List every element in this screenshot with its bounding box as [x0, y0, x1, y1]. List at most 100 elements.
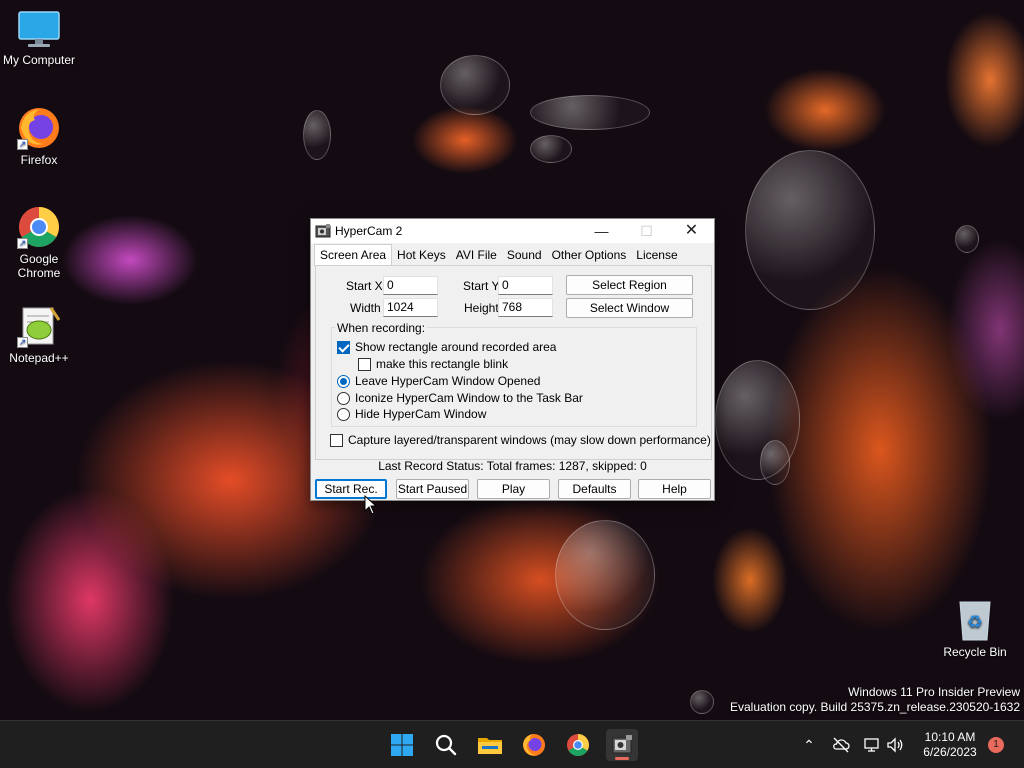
taskbar-hypercam[interactable] [606, 729, 638, 761]
windows-logo-icon [386, 734, 418, 764]
desktop-icon-label: Notepad++ [9, 351, 69, 365]
wallpaper-bubble [955, 225, 979, 253]
wallpaper-bubble [760, 440, 790, 485]
show-rectangle-label: Show rectangle around recorded area [355, 340, 557, 354]
maximize-button[interactable]: ☐ [624, 219, 669, 243]
shortcut-arrow-icon: ↗ [17, 139, 28, 150]
title-bar[interactable]: HyperCam 2 — ☐ ✕ [311, 219, 714, 243]
search-icon [430, 734, 462, 764]
desktop-icon-notepad-plus-plus[interactable]: ↗ Notepad++ [1, 304, 77, 365]
firefox-icon [518, 734, 550, 764]
leave-window-opened-radio[interactable]: Leave HyperCam Window Opened [337, 374, 540, 389]
desktop-icon-my-computer[interactable]: My Computer [1, 10, 77, 67]
desktop-icon-google-chrome[interactable]: ↗ Google Chrome [1, 205, 77, 280]
tab-avi-file[interactable]: AVI File [451, 246, 502, 266]
tab-hot-keys[interactable]: Hot Keys [392, 246, 451, 266]
close-button[interactable]: ✕ [669, 219, 714, 243]
taskbar-firefox[interactable] [518, 729, 550, 761]
defaults-button[interactable]: Defaults [558, 479, 631, 499]
width-input[interactable]: 1024 [383, 298, 438, 317]
radio-unselected-icon [337, 408, 350, 421]
firefox-icon: ↗ [17, 106, 61, 150]
clock-date: 6/26/2023 [923, 745, 977, 759]
window-title: HyperCam 2 [335, 224, 403, 238]
shortcut-arrow-icon: ↗ [17, 337, 28, 348]
notification-badge[interactable]: 1 [988, 737, 1004, 753]
close-icon: ✕ [684, 222, 699, 239]
desktop-icon-recycle-bin[interactable]: ♻ Recycle Bin [936, 598, 1014, 659]
desktop-icon-label: My Computer [2, 53, 76, 67]
height-input[interactable]: 768 [498, 298, 553, 317]
checkbox-unchecked-icon [358, 358, 371, 371]
start-x-input[interactable]: 0 [383, 276, 438, 295]
capture-layered-checkbox[interactable]: Capture layered/transparent windows (may… [330, 433, 711, 448]
start-paused-button[interactable]: Start Paused [396, 479, 469, 499]
wallpaper-bubble [530, 135, 572, 163]
help-button[interactable]: Help [638, 479, 711, 499]
tab-strip: Screen Area Hot Keys AVI File Sound Othe… [314, 244, 683, 266]
start-y-label: Start Y [463, 279, 500, 293]
wallpaper-bubble [530, 95, 650, 130]
start-button[interactable] [386, 729, 418, 761]
minimize-button[interactable]: — [579, 219, 624, 243]
capture-layered-label: Capture layered/transparent windows (may… [348, 433, 711, 447]
tab-screen-area[interactable]: Screen Area [314, 244, 393, 266]
watermark-line-1: Windows 11 Pro Insider Preview [848, 685, 1020, 699]
play-button[interactable]: Play [477, 479, 550, 499]
maximize-icon: ☐ [640, 223, 653, 239]
wallpaper-bubble [555, 520, 655, 630]
start-x-label: Start X [346, 279, 383, 293]
chrome-icon [562, 734, 594, 764]
hypercam-app-icon [315, 223, 331, 239]
hypercam-window: HyperCam 2 — ☐ ✕ Screen Area Hot Keys AV… [310, 218, 715, 501]
desktop-icon-label: Firefox [20, 153, 58, 167]
taskbar-file-explorer[interactable] [474, 729, 506, 761]
width-label: Width [350, 301, 381, 315]
wallpaper-bubble [745, 150, 875, 310]
monitor-icon [17, 10, 61, 50]
volume-icon[interactable] [885, 735, 905, 755]
watermark-line-2: Evaluation copy. Build 25375.zn_release.… [730, 700, 1020, 714]
tab-license[interactable]: License [631, 246, 682, 266]
show-rectangle-checkbox[interactable]: Show rectangle around recorded area [337, 340, 556, 355]
checkbox-checked-icon [337, 341, 350, 354]
minimize-icon: — [594, 223, 609, 239]
when-recording-group-title: When recording: [335, 321, 428, 335]
windows-watermark: Windows 11 Pro Insider Preview Evaluatio… [730, 685, 1020, 715]
cloud-offline-icon[interactable] [831, 735, 851, 755]
select-window-button[interactable]: Select Window [566, 298, 693, 318]
blink-rectangle-label: make this rectangle blink [376, 357, 509, 371]
iconize-window-radio[interactable]: Iconize HyperCam Window to the Task Bar [337, 391, 583, 406]
tab-sound[interactable]: Sound [502, 246, 547, 266]
iconize-window-label: Iconize HyperCam Window to the Task Bar [355, 391, 583, 405]
leave-window-opened-label: Leave HyperCam Window Opened [355, 374, 541, 388]
desktop-icon-label: Recycle Bin [943, 645, 1007, 659]
wallpaper-bubble [440, 55, 510, 115]
radio-unselected-icon [337, 392, 350, 405]
taskbar-clock[interactable]: 10:10 AM 6/26/2023 [904, 730, 996, 760]
start-y-input[interactable]: 0 [498, 276, 553, 295]
wallpaper-bubble [690, 690, 714, 714]
radio-selected-icon [337, 375, 350, 388]
select-region-button[interactable]: Select Region [566, 275, 693, 295]
desktop-icon-firefox[interactable]: ↗ Firefox [1, 106, 77, 167]
show-hidden-icons-chevron-icon[interactable]: ⌃ [799, 735, 819, 755]
hide-window-radio[interactable]: Hide HyperCam Window [337, 407, 486, 422]
checkbox-unchecked-icon [330, 434, 343, 447]
active-app-indicator [615, 757, 629, 760]
tab-other-options[interactable]: Other Options [547, 246, 632, 266]
desktop-icon-label: Google Chrome [17, 252, 61, 280]
network-icon[interactable] [862, 735, 882, 755]
hide-window-label: Hide HyperCam Window [355, 407, 487, 421]
chrome-icon: ↗ [17, 205, 61, 249]
recycle-bin-icon: ♻ [955, 598, 995, 642]
height-label: Height [464, 301, 499, 315]
taskbar-chrome[interactable] [562, 729, 594, 761]
blink-rectangle-checkbox[interactable]: make this rectangle blink [358, 357, 508, 372]
wallpaper-bubble [303, 110, 331, 160]
taskbar-search-button[interactable] [430, 729, 462, 761]
clock-time: 10:10 AM [924, 730, 976, 744]
folder-icon [474, 738, 506, 764]
shortcut-arrow-icon: ↗ [17, 238, 28, 249]
last-record-status: Last Record Status: Total frames: 1287, … [378, 459, 647, 473]
